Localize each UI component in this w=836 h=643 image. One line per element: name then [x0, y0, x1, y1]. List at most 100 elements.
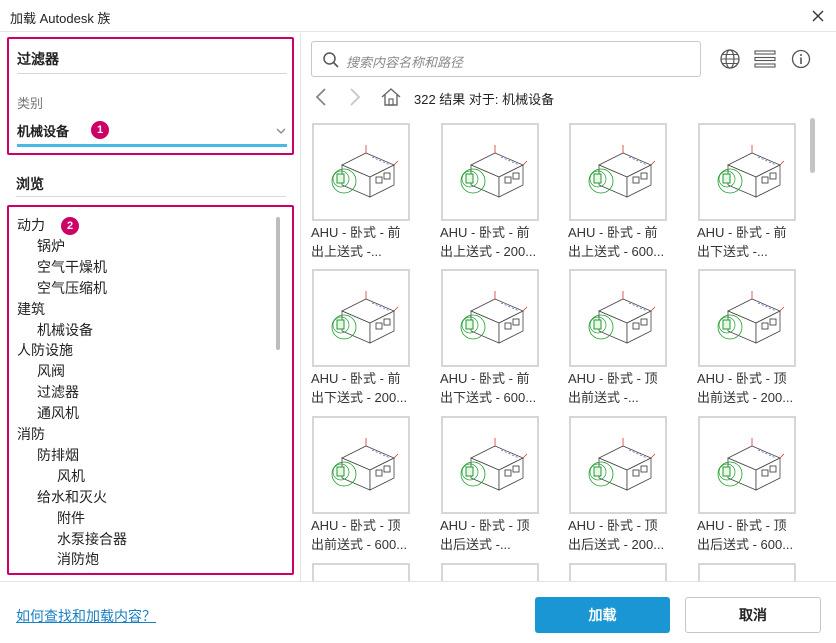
tree-item[interactable]: 动力 — [17, 215, 45, 235]
family-name-line2: 出下送式 - 200... — [311, 390, 408, 405]
ahu-preview-icon — [331, 291, 399, 344]
help-link[interactable]: 如何查找和加载内容？ — [16, 606, 156, 626]
family-name-line1: AHU - 卧式 - 顶 — [568, 371, 658, 386]
search-box[interactable]: 搜索内容名称和路径 — [311, 41, 701, 77]
family-name: AHU - 卧式 - 前出下送式 - 200... — [311, 369, 421, 407]
tree-item[interactable]: 水泵接合器 — [57, 529, 127, 549]
family-name: AHU - 卧式 - 顶出后送式 -... — [440, 516, 550, 554]
chevron-down-icon[interactable] — [276, 123, 286, 138]
callout-badge-1: 1 — [91, 121, 109, 139]
family-name-line2: 出上送式 - 600... — [568, 244, 665, 259]
family-thumbnail[interactable] — [698, 563, 796, 581]
family-thumbnail[interactable] — [441, 269, 539, 367]
nav-row: 322 结果 对于: 机械设备 — [311, 85, 811, 109]
tree-item[interactable]: 消防炮 — [57, 549, 99, 569]
family-name: AHU - 卧式 - 顶出后送式 - 200... — [568, 516, 678, 554]
browse-divider — [16, 196, 286, 197]
family-name: AHU - 卧式 - 前出上送式 -... — [311, 223, 421, 261]
ahu-preview-icon — [460, 145, 528, 198]
family-thumbnail[interactable] — [698, 123, 796, 221]
family-name-line2: 出后送式 - 600... — [697, 537, 794, 552]
family-thumbnail[interactable] — [698, 269, 796, 367]
title-bar: 加载 Autodesk 族 — [0, 0, 836, 32]
load-button[interactable]: 加载 — [535, 597, 670, 633]
family-name: AHU - 卧式 - 顶出前送式 - 600... — [311, 516, 421, 554]
family-name-line2: 出上送式 - 200... — [440, 244, 537, 259]
family-name-line2: 出后送式 - 200... — [568, 537, 665, 552]
tree-item[interactable]: 建筑 — [17, 299, 45, 319]
family-name: AHU - 卧式 - 前出上送式 - 200... — [440, 223, 550, 261]
ahu-preview-icon — [588, 291, 656, 344]
family-name-line2: 出后送式 -... — [440, 537, 511, 552]
family-thumbnail[interactable] — [312, 123, 410, 221]
family-thumbnail[interactable] — [312, 416, 410, 514]
filter-section: 过滤器 类别 机械设备 1 — [7, 37, 294, 155]
family-name: AHU - 卧式 - 前出下送式 -... — [697, 223, 807, 261]
family-thumbnail[interactable] — [312, 563, 410, 581]
search-icon — [322, 51, 340, 72]
info-icon[interactable] — [789, 47, 813, 71]
tree-item[interactable]: 过滤器 — [37, 382, 79, 402]
search-input[interactable]: 搜索内容名称和路径 — [346, 52, 463, 71]
browse-tree: 2 动力 锅炉 空气干燥机 空气压缩机 建筑 机械设备 人防设施 风阀 过滤器 通风机 消防 防排烟风… — [7, 205, 294, 575]
globe-icon[interactable] — [718, 47, 742, 71]
family-name-line2: 出前送式 - 600... — [311, 537, 408, 552]
ahu-preview-icon — [717, 438, 785, 491]
tree-item[interactable]: 消火栓 — [57, 570, 99, 573]
tree-item[interactable]: 机械设备 — [37, 320, 93, 340]
ahu-preview-icon — [331, 438, 399, 491]
family-thumbnail[interactable] — [441, 416, 539, 514]
tree-item[interactable]: 风阀 — [37, 361, 65, 381]
tree-item[interactable]: 空气压缩机 — [37, 278, 107, 298]
tree-item[interactable]: 锅炉 — [37, 236, 65, 256]
family-name-line1: AHU - 卧式 - 前 — [440, 371, 530, 386]
family-name: AHU - 卧式 - 前出下送式 - 600... — [440, 369, 550, 407]
tree-item[interactable]: 风机 — [57, 466, 85, 486]
family-name-line1: AHU - 卧式 - 前 — [311, 225, 401, 240]
family-name: AHU - 卧式 - 顶出后送式 - 600... — [697, 516, 807, 554]
results-summary: 322 结果 对于: 机械设备 — [414, 92, 555, 107]
left-panel: 过滤器 类别 机械设备 1 浏览 2 动力 锅炉 空气干燥机 空气压缩机 建筑 机械设备人… — [0, 33, 300, 581]
back-arrow-icon[interactable] — [311, 85, 331, 109]
family-name-line2: 出上送式 -... — [311, 244, 382, 259]
family-thumbnail[interactable] — [312, 269, 410, 367]
family-name-line1: AHU - 卧式 - 顶 — [568, 518, 658, 533]
family-name-line1: AHU - 卧式 - 顶 — [697, 371, 787, 386]
browse-title: 浏览 — [16, 176, 44, 192]
family-thumbnail[interactable] — [569, 563, 667, 581]
tree-item[interactable]: 消防 — [17, 424, 45, 444]
tree-item[interactable]: 人防设施 — [17, 340, 73, 360]
family-thumbnail[interactable] — [569, 123, 667, 221]
family-name-line2: 出下送式 -... — [697, 244, 768, 259]
category-label: 类别 — [17, 96, 44, 111]
tree-item[interactable]: 给水和灭火 — [37, 487, 107, 507]
category-underline — [17, 144, 287, 147]
ahu-preview-icon — [460, 438, 528, 491]
family-thumbnail[interactable] — [441, 123, 539, 221]
family-thumbnail[interactable] — [569, 269, 667, 367]
tree-item[interactable]: 通风机 — [37, 403, 79, 423]
tree-item[interactable]: 防排烟 — [37, 445, 79, 465]
footer: 如何查找和加载内容？ 加载 取消 — [0, 581, 836, 643]
family-name-line1: AHU - 卧式 - 前 — [311, 371, 401, 386]
family-name-line1: AHU - 卧式 - 顶 — [311, 518, 401, 533]
tree-item[interactable]: 空气干燥机 — [37, 257, 107, 277]
forward-arrow-icon[interactable] — [345, 85, 365, 109]
results-scrollbar[interactable] — [810, 118, 815, 173]
list-view-icon[interactable] — [753, 47, 777, 71]
family-name-line1: AHU - 卧式 - 前 — [440, 225, 530, 240]
family-name-line1: AHU - 卧式 - 顶 — [440, 518, 530, 533]
family-thumbnail[interactable] — [698, 416, 796, 514]
family-thumbnail[interactable] — [569, 416, 667, 514]
cancel-button[interactable]: 取消 — [685, 597, 821, 633]
close-button[interactable] — [806, 4, 830, 28]
family-thumbnail[interactable] — [441, 563, 539, 581]
category-dropdown[interactable]: 机械设备 — [17, 121, 69, 140]
tree-scrollbar[interactable] — [276, 217, 280, 350]
family-name-line1: AHU - 卧式 - 前 — [697, 225, 787, 240]
ahu-preview-icon — [588, 438, 656, 491]
tree-item[interactable]: 附件 — [57, 508, 85, 528]
home-icon[interactable] — [379, 85, 403, 109]
filter-title: 过滤器 — [17, 51, 59, 67]
right-panel: 搜索内容名称和路径 322 结果 对于: 机械设备 AHU - 卧式 - 前出上… — [301, 33, 836, 581]
